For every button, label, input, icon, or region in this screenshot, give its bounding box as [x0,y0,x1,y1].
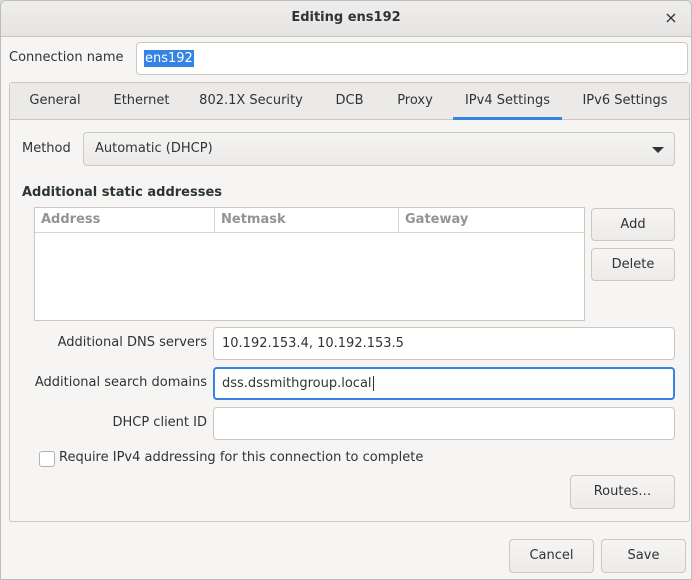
connection-name-input[interactable]: ens192 [136,42,688,75]
editing-dialog: Editing ens192 × Connection name ens192 … [0,0,692,580]
require-ipv4-label[interactable]: Require IPv4 addressing for this connect… [59,450,423,465]
title-bar: Editing ens192 × [1,1,691,37]
search-domains-input[interactable]: dss.dssmithgroup.local [213,367,675,400]
column-gateway[interactable]: Gateway [399,208,584,233]
tab-proxy[interactable]: Proxy [385,83,445,120]
dhcp-client-id-input[interactable] [213,407,675,440]
tab-general[interactable]: General [18,83,92,120]
dns-servers-input[interactable]: 10.192.153.4, 10.192.153.5 [213,327,675,360]
dns-label: Additional DNS servers [57,335,207,350]
method-value: Automatic (DHCP) [95,141,213,156]
static-addresses-title: Additional static addresses [22,185,223,200]
window-title: Editing ens192 [291,10,401,25]
close-icon[interactable]: × [661,8,681,28]
text-caret [372,376,374,391]
routes-button[interactable]: Routes… [570,475,675,509]
dns-servers-value: 10.192.153.4, 10.192.153.5 [222,336,404,351]
tab-ipv6-settings[interactable]: IPv6 Settings [572,83,678,120]
chevron-down-icon [652,147,664,153]
settings-panel: General Ethernet 802.1X Security DCB Pro… [9,82,690,522]
search-domains-label: Additional search domains [34,375,207,390]
method-label: Method [22,141,71,156]
save-button[interactable]: Save [601,539,686,573]
delete-button[interactable]: Delete [591,248,675,281]
dhcp-client-id-label: DHCP client ID [112,415,207,430]
search-domains-value: dss.dssmithgroup.local [222,376,372,391]
tab-ethernet[interactable]: Ethernet [102,83,181,120]
connection-name-value: ens192 [144,50,194,67]
tab-bar: General Ethernet 802.1X Security DCB Pro… [10,83,689,120]
column-netmask[interactable]: Netmask [215,208,399,233]
static-addresses-table[interactable]: Address Netmask Gateway [34,207,585,321]
add-button[interactable]: Add [591,208,675,241]
method-dropdown[interactable]: Automatic (DHCP) [83,132,675,166]
tab-ipv4-settings[interactable]: IPv4 Settings [453,83,562,120]
tab-dcb[interactable]: DCB [322,83,377,120]
tab-8021x-security[interactable]: 802.1X Security [192,83,310,120]
connection-name-label: Connection name [9,50,124,65]
cancel-button[interactable]: Cancel [509,539,594,573]
require-ipv4-checkbox[interactable] [39,451,55,467]
column-address[interactable]: Address [35,208,215,233]
table-header: Address Netmask Gateway [35,208,584,233]
